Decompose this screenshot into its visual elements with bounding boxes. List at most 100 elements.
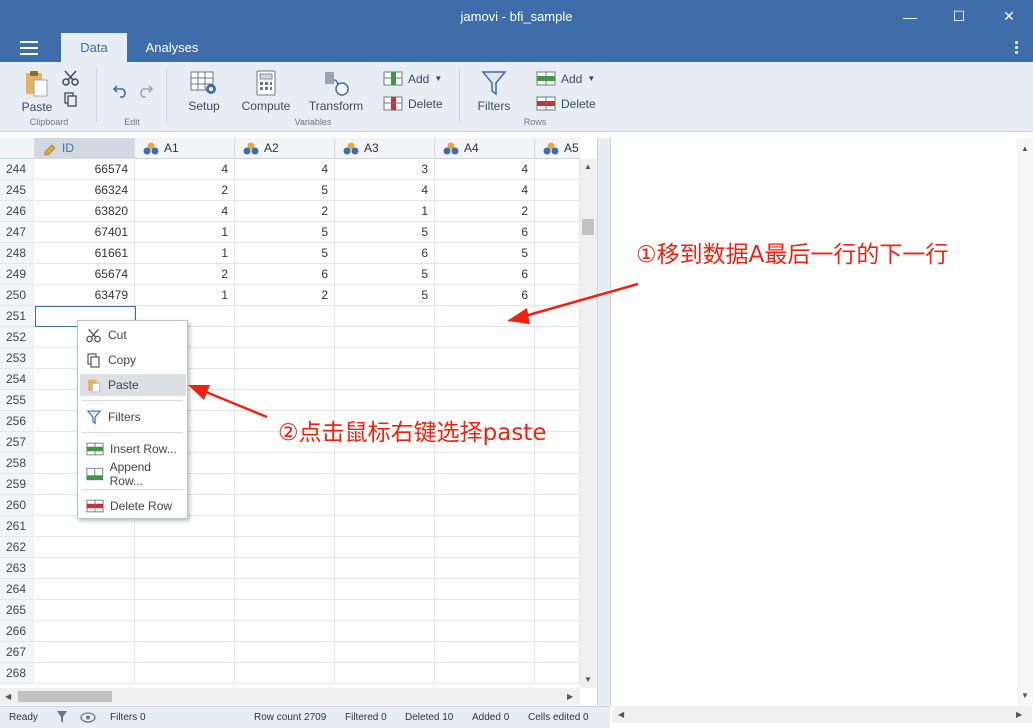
table-cell[interactable]: 3	[335, 159, 435, 180]
column-header-a3[interactable]: A3	[335, 138, 435, 159]
table-cell[interactable]: 2	[235, 201, 335, 222]
table-cell[interactable]	[335, 327, 435, 348]
row-header[interactable]: 264	[0, 579, 34, 600]
table-cell[interactable]	[535, 579, 580, 600]
table-cell[interactable]	[335, 390, 435, 411]
horizontal-scroll-thumb[interactable]	[18, 691, 112, 702]
table-cell[interactable]: 4	[135, 201, 235, 222]
row-header[interactable]: 268	[0, 663, 34, 684]
table-cell[interactable]	[135, 558, 235, 579]
table-cell[interactable]	[335, 621, 435, 642]
table-cell[interactable]	[35, 663, 135, 684]
table-cell[interactable]	[435, 306, 535, 327]
results-horizontal-scrollbar[interactable]: ◀ ▶	[612, 706, 1032, 723]
table-cell[interactable]	[235, 579, 335, 600]
row-header[interactable]: 263	[0, 558, 34, 579]
table-cell[interactable]	[235, 558, 335, 579]
menu-item-paste[interactable]: Paste	[80, 374, 186, 396]
table-cell[interactable]	[535, 243, 580, 264]
table-cell[interactable]	[235, 642, 335, 663]
cut-icon[interactable]	[62, 70, 80, 86]
column-header-a4[interactable]: A4	[435, 138, 535, 159]
table-cell[interactable]	[135, 642, 235, 663]
table-cell[interactable]: 4	[235, 159, 335, 180]
table-cell[interactable]	[535, 474, 580, 495]
delete-row-button[interactable]: Delete	[536, 96, 596, 111]
table-cell[interactable]	[235, 348, 335, 369]
table-cell[interactable]: 5	[235, 243, 335, 264]
table-cell[interactable]	[235, 600, 335, 621]
more-options-icon[interactable]	[1015, 41, 1019, 56]
results-vertical-scrollbar[interactable]: ▲ ▼	[1017, 138, 1033, 706]
table-cell[interactable]	[35, 579, 135, 600]
close-button[interactable]: ✕	[986, 0, 1032, 33]
horizontal-scrollbar[interactable]: ◀ ▶	[0, 688, 580, 705]
table-cell[interactable]	[335, 600, 435, 621]
table-cell[interactable]	[535, 642, 580, 663]
pane-splitter[interactable]	[598, 138, 610, 728]
row-header[interactable]: 251	[0, 306, 34, 327]
table-cell[interactable]: 5	[235, 222, 335, 243]
table-cell[interactable]	[335, 516, 435, 537]
table-cell[interactable]: 6	[435, 222, 535, 243]
table-cell[interactable]	[35, 537, 135, 558]
row-header[interactable]: 258	[0, 453, 34, 474]
table-cell[interactable]	[535, 516, 580, 537]
table-cell[interactable]	[135, 600, 235, 621]
column-header-a5[interactable]: A5	[535, 138, 580, 159]
table-cell[interactable]: 6	[235, 264, 335, 285]
menu-item-insert-row[interactable]: Insert Row...	[80, 438, 186, 460]
table-cell[interactable]	[535, 495, 580, 516]
compute-button[interactable]: Compute	[241, 70, 291, 113]
table-cell[interactable]: 5	[335, 222, 435, 243]
table-cell[interactable]	[535, 348, 580, 369]
table-cell[interactable]	[35, 516, 135, 537]
transform-button[interactable]: Transform	[306, 70, 366, 113]
table-cell[interactable]: 2	[135, 180, 235, 201]
table-cell[interactable]	[135, 537, 235, 558]
table-cell[interactable]: 2	[135, 264, 235, 285]
table-cell[interactable]	[235, 306, 335, 327]
table-cell[interactable]	[535, 390, 580, 411]
table-cell[interactable]: 1	[135, 285, 235, 306]
row-header[interactable]: 253	[0, 348, 34, 369]
row-header[interactable]: 260	[0, 495, 34, 516]
scroll-left-icon[interactable]: ◀	[5, 692, 11, 701]
table-cell[interactable]	[535, 201, 580, 222]
table-cell[interactable]: 63479	[35, 285, 135, 306]
scroll-up-icon[interactable]: ▲	[584, 162, 592, 171]
table-cell[interactable]	[135, 621, 235, 642]
table-cell[interactable]: 6	[335, 243, 435, 264]
table-cell[interactable]	[135, 516, 235, 537]
undo-icon[interactable]	[112, 82, 130, 98]
table-cell[interactable]: 63820	[35, 201, 135, 222]
table-cell[interactable]	[535, 621, 580, 642]
table-cell[interactable]: 65674	[35, 264, 135, 285]
table-cell[interactable]	[535, 663, 580, 684]
table-cell[interactable]: 1	[335, 201, 435, 222]
row-header[interactable]: 262	[0, 537, 34, 558]
row-header[interactable]: 261	[0, 516, 34, 537]
table-cell[interactable]	[435, 558, 535, 579]
table-cell[interactable]	[235, 495, 335, 516]
table-cell[interactable]	[535, 600, 580, 621]
table-cell[interactable]: 1	[135, 243, 235, 264]
table-cell[interactable]	[235, 369, 335, 390]
row-header[interactable]: 245	[0, 180, 34, 201]
table-cell[interactable]	[235, 663, 335, 684]
setup-button[interactable]: Setup	[184, 70, 224, 113]
table-cell[interactable]	[35, 600, 135, 621]
table-cell[interactable]	[435, 369, 535, 390]
table-cell[interactable]: 2	[435, 201, 535, 222]
table-cell[interactable]	[235, 474, 335, 495]
table-cell[interactable]	[35, 558, 135, 579]
maximize-button[interactable]: ☐	[936, 0, 982, 33]
scroll-up-icon[interactable]: ▲	[1021, 144, 1029, 153]
table-cell[interactable]	[535, 369, 580, 390]
redo-icon[interactable]	[136, 82, 154, 98]
table-cell[interactable]	[35, 642, 135, 663]
scroll-left-icon[interactable]: ◀	[618, 710, 624, 719]
minimize-button[interactable]: —	[887, 0, 933, 33]
filter-status-icon[interactable]	[56, 710, 68, 724]
table-cell[interactable]	[335, 369, 435, 390]
